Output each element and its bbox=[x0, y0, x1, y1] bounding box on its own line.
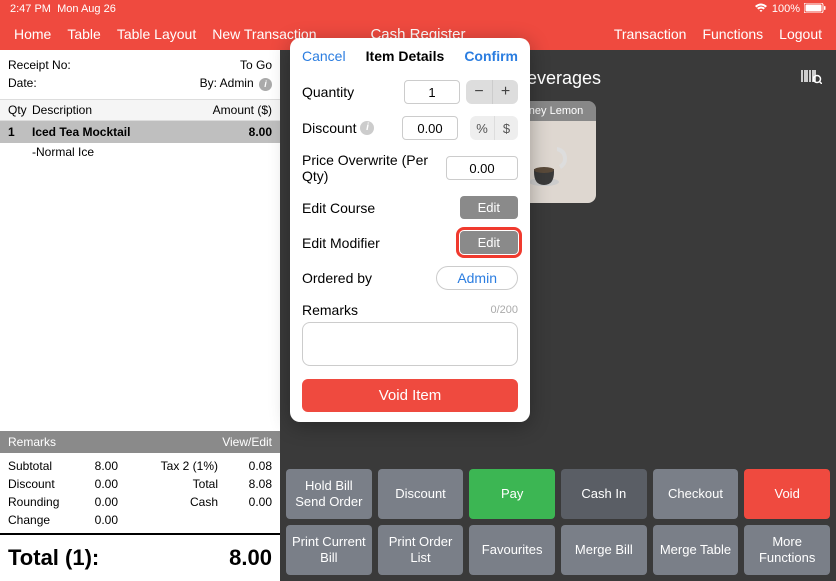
discount-button[interactable]: Discount bbox=[378, 469, 464, 519]
print-current-bill-button[interactable]: Print Current Bill bbox=[286, 525, 372, 575]
ordered-by-button[interactable]: Admin bbox=[436, 266, 518, 290]
favourites-button[interactable]: Favourites bbox=[469, 525, 555, 575]
remarks-input[interactable] bbox=[302, 322, 518, 366]
remarks-bar[interactable]: Remarks View/Edit bbox=[0, 431, 280, 453]
cash-in-button[interactable]: Cash In bbox=[561, 469, 647, 519]
line-item[interactable]: 1 Iced Tea Mocktail 8.00 bbox=[0, 121, 280, 143]
quantity-input[interactable] bbox=[404, 80, 460, 104]
info-icon[interactable]: i bbox=[360, 121, 374, 135]
columns-header: Qty Description Amount ($) bbox=[0, 99, 280, 121]
discount-label: Discounti bbox=[302, 120, 374, 136]
receipt-panel: Receipt No: To Go Date: By: Admin i Qty … bbox=[0, 50, 280, 581]
hold-bill-button[interactable]: Hold Bill Send Order bbox=[286, 469, 372, 519]
discount-dollar-button[interactable]: $ bbox=[494, 116, 518, 140]
nav-table-layout[interactable]: Table Layout bbox=[117, 26, 196, 42]
status-bar: 2:47 PM Mon Aug 26 100% bbox=[0, 0, 836, 18]
price-overwrite-input[interactable] bbox=[446, 156, 518, 180]
date-label: Date: bbox=[8, 76, 37, 91]
qty-minus-button[interactable]: − bbox=[466, 80, 492, 104]
modifier-line: -Normal Ice bbox=[0, 143, 280, 161]
wifi-icon bbox=[754, 3, 768, 16]
quantity-label: Quantity bbox=[302, 84, 354, 100]
remarks-label: Remarks bbox=[302, 302, 358, 318]
merge-table-button[interactable]: Merge Table bbox=[653, 525, 739, 575]
more-functions-button[interactable]: More Functions bbox=[744, 525, 830, 575]
cancel-button[interactable]: Cancel bbox=[302, 48, 346, 64]
receipt-no-label: Receipt No: bbox=[8, 58, 71, 72]
item-details-modal: Cancel Item Details Confirm Quantity − +… bbox=[290, 38, 530, 422]
receipt-no-value: To Go bbox=[240, 58, 272, 72]
confirm-button[interactable]: Confirm bbox=[464, 48, 518, 64]
nav-functions[interactable]: Functions bbox=[702, 26, 763, 42]
void-item-button[interactable]: Void Item bbox=[302, 379, 518, 412]
edit-modifier-button[interactable]: Edit bbox=[460, 231, 518, 254]
price-overwrite-label: Price Overwrite (Per Qty) bbox=[302, 152, 446, 184]
merge-bill-button[interactable]: Merge Bill bbox=[561, 525, 647, 575]
ordered-by-label: Ordered by bbox=[302, 270, 372, 286]
remarks-count: 0/200 bbox=[490, 304, 518, 316]
grand-total: Total (1): 8.00 bbox=[0, 533, 280, 581]
nav-transaction[interactable]: Transaction bbox=[614, 26, 687, 42]
nav-table[interactable]: Table bbox=[67, 26, 100, 42]
barcode-icon[interactable] bbox=[800, 68, 822, 89]
bottom-buttons: Hold Bill Send Order Discount Pay Cash I… bbox=[280, 463, 836, 581]
edit-course-label: Edit Course bbox=[302, 200, 375, 216]
discount-percent-button[interactable]: % bbox=[470, 116, 494, 140]
void-button[interactable]: Void bbox=[744, 469, 830, 519]
nav-logout[interactable]: Logout bbox=[779, 26, 822, 42]
status-right: 100% bbox=[754, 3, 826, 16]
date-value: By: Admin i bbox=[200, 76, 272, 91]
nav-home[interactable]: Home bbox=[14, 26, 51, 42]
qty-plus-button[interactable]: + bbox=[492, 80, 518, 104]
totals: Subtotal8.00Tax 2 (1%)0.08 Discount0.00T… bbox=[0, 453, 280, 533]
modal-title: Item Details bbox=[366, 48, 445, 64]
discount-input[interactable] bbox=[402, 116, 458, 140]
battery-icon bbox=[804, 3, 826, 16]
pay-button[interactable]: Pay bbox=[469, 469, 555, 519]
edit-modifier-label: Edit Modifier bbox=[302, 235, 380, 251]
edit-course-button[interactable]: Edit bbox=[460, 196, 518, 219]
checkout-button[interactable]: Checkout bbox=[653, 469, 739, 519]
print-order-list-button[interactable]: Print Order List bbox=[378, 525, 464, 575]
status-time: 2:47 PM Mon Aug 26 bbox=[10, 3, 116, 15]
info-icon[interactable]: i bbox=[259, 78, 272, 91]
